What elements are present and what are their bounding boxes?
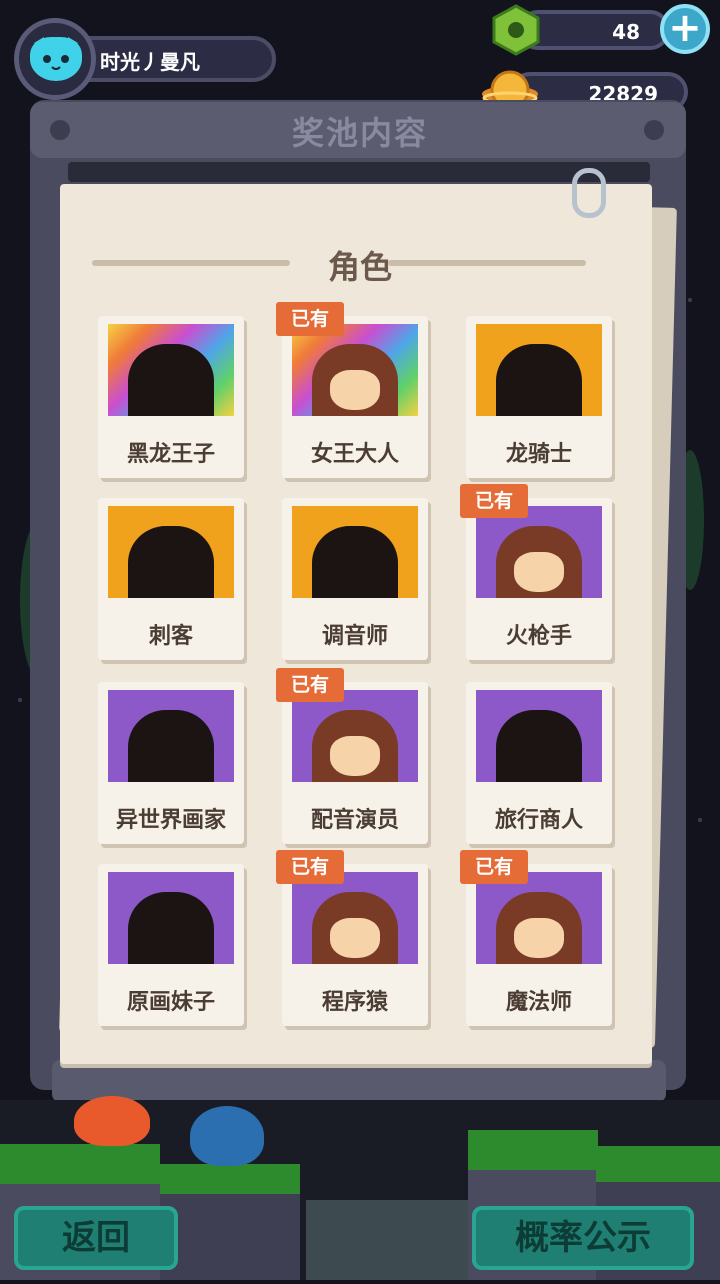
character-portrait [476,324,602,416]
character-portrait [476,872,602,964]
player-avatar[interactable] [14,18,96,100]
owned-badge: 已有 [276,302,344,336]
paper-clip-icon [572,168,606,218]
character-card[interactable]: 调音师 [282,498,428,660]
character-card[interactable]: 魔法师 已有 [460,850,612,1026]
character-name: 女王大人 [310,442,399,467]
character-silhouette [496,344,582,416]
player-profile[interactable]: 时光丿曼凡 [14,18,276,100]
probability-button[interactable]: 概率公示 [472,1206,694,1270]
owned-badge: 已有 [460,484,528,518]
character-portrait [108,324,234,416]
character-card[interactable]: 刺客 [98,498,244,660]
frame-slot [68,162,650,182]
character-silhouette [128,710,214,782]
character-face [514,918,564,958]
character-card[interactable]: 龙骑士 [466,316,612,478]
orange-slime [74,1096,150,1146]
character-face [330,736,380,776]
character-face [514,552,564,592]
character-card[interactable]: 程序猿 已有 [276,850,428,1026]
character-card[interactable]: 原画妹子 [98,864,244,1026]
jade-coin-icon [490,4,542,56]
cat-face-icon [30,37,82,81]
character-name: 原画妹子 [126,990,215,1015]
divider [388,260,586,266]
character-card[interactable]: 配音演员 已有 [276,668,428,844]
section-title: 角色 [327,248,392,286]
character-face [330,370,380,410]
add-gem-button[interactable]: + [660,4,710,54]
character-silhouette [312,526,398,598]
character-silhouette [128,344,214,416]
character-card[interactable]: 异世界画家 [98,682,244,844]
gem-count: 48 [612,20,640,44]
frame-bottom [52,1060,666,1102]
player-name: 时光丿曼凡 [100,50,200,74]
character-portrait [476,506,602,598]
character-face [330,918,380,958]
character-silhouette [128,892,214,964]
character-name: 异世界画家 [115,808,226,833]
owned-badge: 已有 [276,668,344,702]
character-name: 调音师 [321,624,388,649]
blue-slime [190,1106,264,1166]
character-name: 程序猿 [321,990,388,1015]
character-name: 刺客 [148,624,193,649]
character-portrait [108,872,234,964]
character-name: 魔法师 [505,990,572,1015]
character-silhouette [496,710,582,782]
character-card[interactable]: 女王大人 已有 [276,302,428,478]
character-portrait [108,690,234,782]
character-name: 黑龙王子 [126,442,215,467]
owned-badge: 已有 [460,850,528,884]
character-portrait [292,506,418,598]
character-portrait [108,506,234,598]
character-name: 旅行商人 [494,808,583,833]
character-portrait [292,324,418,416]
owned-badge: 已有 [276,850,344,884]
character-name: 龙骑士 [505,442,572,467]
character-card[interactable]: 黑龙王子 [98,316,244,478]
character-portrait [476,690,602,782]
back-button[interactable]: 返回 [14,1206,178,1270]
character-name: 配音演员 [310,808,399,833]
plus-icon: + [668,5,702,51]
character-name: 火枪手 [505,624,572,649]
character-portrait [292,690,418,782]
character-silhouette [128,526,214,598]
character-card[interactable]: 旅行商人 [466,682,612,844]
character-card[interactable]: 火枪手 已有 [460,484,612,660]
panel-title: 奖池内容 [291,114,428,152]
character-portrait [292,872,418,964]
